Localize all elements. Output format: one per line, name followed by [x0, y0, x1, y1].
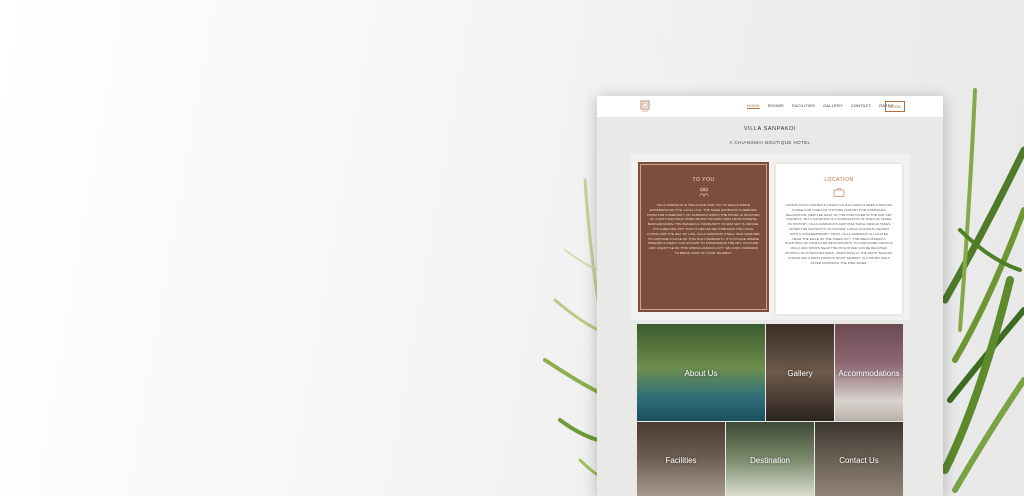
- tile-gallery[interactable]: Gallery: [766, 324, 834, 421]
- top-nav: HOME ROOMS FACILITIES GALLERY CONTACT RA…: [597, 96, 943, 118]
- tile-contact-us[interactable]: Contact Us: [815, 422, 903, 496]
- tile-facilities-label: Facilities: [665, 456, 697, 466]
- book-button[interactable]: BOOK: [885, 101, 905, 112]
- intro-panel: TO YOU VILLA SANPAKOI IS THE PLACE FOR Y…: [630, 154, 910, 320]
- nav-contact[interactable]: CONTACT: [851, 103, 871, 108]
- nav-home[interactable]: HOME: [747, 103, 760, 108]
- nav-gallery[interactable]: GALLERY: [823, 103, 843, 108]
- hotel-logo-icon: [640, 100, 650, 112]
- location-title: LOCATION: [824, 177, 854, 183]
- to-you-body: VILLA SANPAKOI IS THE PLACE FOR YOU TO R…: [647, 203, 760, 255]
- people-icon: [698, 187, 709, 197]
- nav-rooms[interactable]: ROOMS: [768, 103, 784, 108]
- tile-destination[interactable]: Destination: [726, 422, 814, 496]
- hero-title: VILLA SANPAKOI: [743, 126, 797, 132]
- tile-grid: About Us Gallery Accommodations Faciliti…: [637, 324, 903, 496]
- tile-gallery-label: Gallery: [787, 368, 813, 378]
- tile-contact-us-label: Contact Us: [839, 456, 879, 466]
- location-card: LOCATION CHIANG MAI'S LAID-BACK LIFESTYL…: [776, 164, 902, 314]
- tile-facilities[interactable]: Facilities: [637, 422, 725, 496]
- hero-subtitle: A CHIANGMAI BOUTIQUE HOTEL: [729, 140, 811, 145]
- tile-about-us-label: About Us: [684, 368, 718, 378]
- to-you-card: TO YOU VILLA SANPAKOI IS THE PLACE FOR Y…: [638, 162, 769, 312]
- tile-accommodations[interactable]: Accommodations: [835, 324, 903, 421]
- tile-accommodations-label: Accommodations: [838, 368, 900, 378]
- website-mockup: HOME ROOMS FACILITIES GALLERY CONTACT RA…: [597, 96, 943, 496]
- tile-destination-label: Destination: [749, 456, 791, 466]
- location-body: CHIANG MAI'S LAID-BACK LIFESTYLE HAS ALW…: [785, 203, 893, 265]
- to-you-title: TO YOU: [692, 177, 715, 183]
- nav-facilities[interactable]: FACILITIES: [792, 103, 815, 108]
- tile-about-us[interactable]: About Us: [637, 324, 765, 421]
- suitcase-icon: [833, 188, 845, 197]
